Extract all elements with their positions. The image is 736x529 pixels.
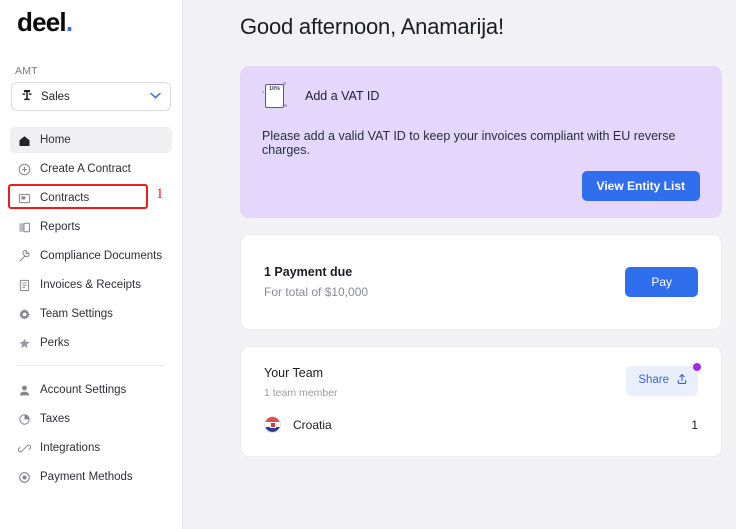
team-count-bar-track [383, 420, 670, 429]
target-circle-icon [18, 471, 31, 484]
payment-due-card: 1 Payment due For total of $10,000 Pay [240, 234, 722, 330]
sidebar-item-compliance-documents[interactable]: Compliance Documents [10, 243, 172, 269]
share-button[interactable]: Share [626, 366, 698, 396]
invoice-icon [18, 279, 31, 292]
payment-info: 1 Payment due For total of $10,000 [264, 265, 625, 299]
vat-icon-text: 10% [268, 86, 280, 92]
your-team-card: Your Team 1 team member Share Croatia 1 [240, 346, 722, 457]
share-upload-icon [676, 373, 688, 389]
share-button-wrapper: Share [626, 363, 701, 396]
team-count-value: 1 [691, 417, 698, 432]
team-info: Your Team 1 team member [264, 366, 626, 399]
chevron-down-icon[interactable] [150, 92, 161, 102]
company-icon [21, 88, 33, 106]
sidebar-item-taxes[interactable]: Taxes [10, 406, 172, 432]
sidebar: deel. AMT Sales Home Create A Contract C… [0, 0, 183, 529]
person-icon [18, 384, 31, 397]
sidebar-item-integrations[interactable]: Integrations [10, 435, 172, 461]
sidebar-item-team-settings[interactable]: Team Settings [10, 301, 172, 327]
team-header: Your Team 1 team member Share [264, 363, 701, 399]
plus-circle-icon [18, 163, 31, 176]
vat-banner-card: 10% Add a VAT ID Please add a valid VAT … [240, 66, 722, 218]
sidebar-item-contracts[interactable]: Contracts [10, 185, 172, 211]
pay-button[interactable]: Pay [625, 267, 698, 297]
logo-text: deel [17, 7, 67, 37]
view-entity-list-button[interactable]: View Entity List [581, 171, 700, 201]
main-content: Good afternoon, Anamarija! 10% Add a VAT… [183, 0, 736, 529]
contract-icon [18, 192, 31, 205]
star-icon [18, 337, 31, 350]
payment-due-title: 1 Payment due [264, 265, 353, 279]
sidebar-item-label: Invoices & Receipts [40, 279, 141, 291]
sidebar-item-create-a-contract[interactable]: Create A Contract [10, 156, 172, 182]
vat-document-icon: 10% [262, 82, 288, 110]
sidebar-item-payment-methods[interactable]: Payment Methods [10, 464, 172, 490]
sidebar-item-reports[interactable]: Reports [10, 214, 172, 240]
logo-dot: . [65, 7, 73, 37]
sidebar-item-label: Home [40, 134, 71, 146]
country-name: Croatia [293, 417, 332, 432]
vat-header: 10% Add a VAT ID [262, 82, 700, 110]
sidebar-item-home[interactable]: Home [10, 127, 172, 153]
team-member-count: 1 team member [264, 387, 338, 399]
org-selected-value: Sales [41, 90, 70, 103]
org-selector[interactable]: Sales [11, 82, 171, 111]
share-button-label: Share [638, 374, 669, 386]
annotation-step-number: 1 [156, 186, 164, 202]
sidebar-item-label: Perks [40, 337, 70, 349]
vat-card-actions: View Entity List [262, 171, 700, 201]
sidebar-item-label: Team Settings [40, 308, 113, 320]
sidebar-item-label: Account Settings [40, 384, 127, 396]
croatia-flag-icon [264, 416, 281, 433]
sidebar-item-label: Create A Contract [40, 163, 131, 175]
home-icon [18, 134, 31, 147]
org-label: AMT [15, 65, 38, 77]
page-title: Good afternoon, Anamarija! [240, 14, 504, 39]
team-country-row: Croatia 1 [264, 416, 698, 433]
sidebar-nav-primary: Home Create A Contract Contracts Reports [9, 127, 173, 356]
pie-chart-icon [18, 413, 31, 426]
vat-card-body: Please add a valid VAT ID to keep your i… [262, 129, 676, 157]
sidebar-item-label: Integrations [40, 442, 101, 454]
share-notification-dot [693, 363, 701, 371]
sidebar-item-label: Taxes [40, 413, 71, 425]
sidebar-item-label: Reports [40, 221, 81, 233]
sidebar-item-perks[interactable]: Perks [10, 330, 172, 356]
gear-icon [18, 308, 31, 321]
vat-card-title: Add a VAT ID [305, 89, 380, 103]
sidebar-item-label: Contracts [40, 192, 90, 204]
reports-icon [18, 221, 31, 234]
compliance-icon [18, 249, 31, 263]
sidebar-nav-secondary: Account Settings Taxes Integrations Paym… [9, 377, 173, 490]
link-icon [18, 442, 31, 455]
deel-logo[interactable]: deel. [9, 0, 173, 35]
app-root: deel. AMT Sales Home Create A Contract C… [0, 0, 736, 529]
sidebar-item-label: Compliance Documents [40, 250, 163, 262]
team-card-title: Your Team [264, 366, 324, 380]
sidebar-item-label: Payment Methods [40, 471, 133, 483]
payment-due-subtitle: For total of $10,000 [264, 285, 369, 299]
sidebar-divider [17, 365, 165, 366]
sidebar-item-account-settings[interactable]: Account Settings [10, 377, 172, 403]
sidebar-item-invoices-receipts[interactable]: Invoices & Receipts [10, 272, 172, 298]
